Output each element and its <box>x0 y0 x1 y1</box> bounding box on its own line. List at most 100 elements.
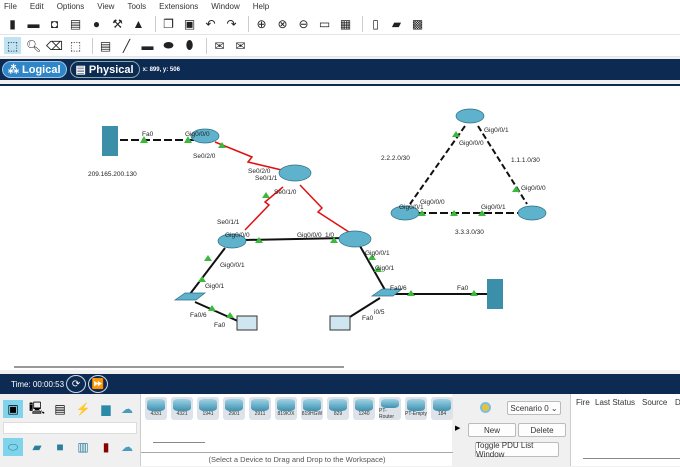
device-label: 2911 <box>254 411 266 417</box>
new-file-icon[interactable]: ▮ <box>4 15 21 32</box>
multiuser-icon[interactable]: ☁ <box>117 400 137 418</box>
device-819iox[interactable]: 819IOX <box>275 397 297 420</box>
zoom-reset-icon[interactable]: ⊗ <box>274 15 291 32</box>
image-icon[interactable]: ▩ <box>409 15 426 32</box>
device-icon[interactable]: ▰ <box>388 15 405 32</box>
expand-arrow-icon[interactable]: ▶ <box>455 424 460 432</box>
device-scrollbar[interactable] <box>153 442 205 443</box>
device-label: 4321 <box>176 411 188 417</box>
router-icon <box>433 399 451 411</box>
menu-file[interactable]: File <box>4 0 17 13</box>
print-icon[interactable]: ▤ <box>67 15 84 32</box>
delete-scenario-button[interactable]: Delete <box>518 423 566 437</box>
port-label: Se0/2/0 <box>248 168 271 175</box>
select-icon[interactable]: ⬚ <box>4 37 21 54</box>
device-1240[interactable]: 1240 <box>353 397 375 420</box>
misc-icon[interactable]: ▆ <box>96 400 116 418</box>
info-icon[interactable]: ● <box>88 15 105 32</box>
menu-edit[interactable]: Edit <box>30 0 44 13</box>
device-pt-router[interactable]: PT-Router <box>379 397 401 420</box>
device-184[interactable]: 184 <box>431 397 453 420</box>
palette-icon[interactable]: ▦ <box>337 15 354 32</box>
open-folder-icon[interactable]: ▬ <box>25 15 42 32</box>
save-icon[interactable]: ◘ <box>46 15 63 32</box>
line-icon[interactable]: ╱ <box>118 37 135 54</box>
router-icon <box>517 205 547 221</box>
fast-forward-button[interactable]: ⏩ <box>88 375 109 393</box>
edit-toolbar: ⬚ 🔍︎ ⌫ ⬚ ▤ ╱ ▬ ⬬ ⬮ ✉ ✉ <box>0 35 680 57</box>
undo-icon[interactable]: ↶ <box>202 15 219 32</box>
menu-view[interactable]: View <box>97 0 114 13</box>
device-label: 819HGW <box>301 411 323 417</box>
device-1941[interactable]: 1941 <box>197 397 219 420</box>
toggle-pdu-list-button[interactable]: Toggle PDU List Window <box>475 441 559 459</box>
menu-help[interactable]: Help <box>253 0 269 13</box>
scenario-select[interactable]: Scenario 0 ⌄ <box>507 401 561 415</box>
wizard-icon[interactable]: ⚒ <box>109 15 126 32</box>
menu-window[interactable]: Window <box>211 0 239 13</box>
wan-emulation-icon[interactable]: ☁ <box>117 438 137 456</box>
menu-options[interactable]: Options <box>57 0 85 13</box>
zoom-in-icon[interactable]: ⊕ <box>253 15 270 32</box>
inspect-icon[interactable]: 🔍︎ <box>25 37 42 54</box>
notes-icon[interactable]: ▯ <box>367 15 384 32</box>
copy-icon[interactable]: ❐ <box>160 15 177 32</box>
reset-icon: ⟳ <box>71 378 81 390</box>
components-icon[interactable]: ▤ <box>50 400 70 418</box>
router-icon <box>329 399 347 411</box>
delete-icon[interactable]: ⌫ <box>46 37 63 54</box>
end-devices-icon[interactable]: 🖳︎ <box>27 400 47 418</box>
search-box[interactable] <box>3 422 137 434</box>
device-panel: ▣ 🖳︎ ▤ ⚡ ▆ ☁ ⬭ ▰ ■ ▥ ▮ ☁ (Select a Devic… <box>0 394 680 466</box>
paste-icon[interactable]: ▣ <box>181 15 198 32</box>
menu-tools[interactable]: Tools <box>127 0 146 13</box>
device-4321[interactable]: 4321 <box>171 397 193 420</box>
resize-icon[interactable]: ⬚ <box>67 37 84 54</box>
logical-tab[interactable]: ⁂ Logical <box>2 61 67 78</box>
freeform-icon[interactable]: ⬮ <box>181 37 198 54</box>
router-icon <box>338 230 372 248</box>
router-icon <box>251 399 269 411</box>
pt-icon[interactable]: ▲ <box>130 15 147 32</box>
hubs-icon[interactable]: ■ <box>50 438 70 456</box>
device-2901[interactable]: 2901 <box>223 397 245 420</box>
router-icon <box>407 399 425 411</box>
rectangle-icon[interactable]: ▬ <box>139 37 156 54</box>
main-toolbar: ▮ ▬ ◘ ▤ ● ⚒ ▲ ❐ ▣ ↶ ↷ ⊕ ⊗ ⊖ ▭ ▦ ▯ ▰ ▩ <box>0 13 680 35</box>
column-fire: Fire <box>576 398 590 407</box>
security-icon[interactable]: ▮ <box>96 438 116 456</box>
port-label: Gig0/1 <box>205 283 225 290</box>
redo-icon[interactable]: ↷ <box>223 15 240 32</box>
new-scenario-button[interactable]: New <box>468 423 516 437</box>
router-icon <box>225 399 243 411</box>
complex-pdu-icon[interactable]: ✉ <box>232 37 249 54</box>
routers-icon[interactable]: ⬭ <box>3 438 23 456</box>
port-label: Gig0/0/0 <box>185 131 210 138</box>
connections-icon[interactable]: ⚡ <box>73 400 93 418</box>
device-829[interactable]: 829 <box>327 397 349 420</box>
logical-label: Logical <box>22 63 61 76</box>
device-label: 1240 <box>358 411 370 417</box>
device-819hgw[interactable]: 819HGW <box>301 397 323 420</box>
port-label: Fa0/6 <box>390 285 407 292</box>
device-pt-empty[interactable]: PT-Empty <box>405 397 427 420</box>
power-cycle-button[interactable]: ⟳ <box>66 375 87 393</box>
wireless-icon[interactable]: ▥ <box>73 438 93 456</box>
physical-tab[interactable]: ▤ Physical <box>69 61 140 78</box>
logical-workspace[interactable]: 209.165.200.130 Fa0 Gig0/0/0 Se0/2/0 Se0… <box>0 84 680 370</box>
network-devices-icon[interactable]: ▣ <box>3 400 23 418</box>
device-4331[interactable]: 4331 <box>145 397 167 420</box>
chevron-down-icon: ⌄ <box>550 403 558 413</box>
switches-icon[interactable]: ▰ <box>27 438 47 456</box>
menu-extensions[interactable]: Extensions <box>159 0 198 13</box>
horizontal-scrollbar[interactable] <box>14 366 344 368</box>
zoom-out-icon[interactable]: ⊖ <box>295 15 312 32</box>
ellipse-icon[interactable]: ⬬ <box>160 37 177 54</box>
window-icon[interactable]: ▭ <box>316 15 333 32</box>
note-icon[interactable]: ▤ <box>97 37 114 54</box>
serial-r2-r4 <box>299 184 353 235</box>
simple-pdu-icon[interactable]: ✉ <box>211 37 228 54</box>
device-2911[interactable]: 2911 <box>249 397 271 420</box>
pdu-scrollbar[interactable] <box>583 458 680 459</box>
router-icon <box>278 164 312 182</box>
